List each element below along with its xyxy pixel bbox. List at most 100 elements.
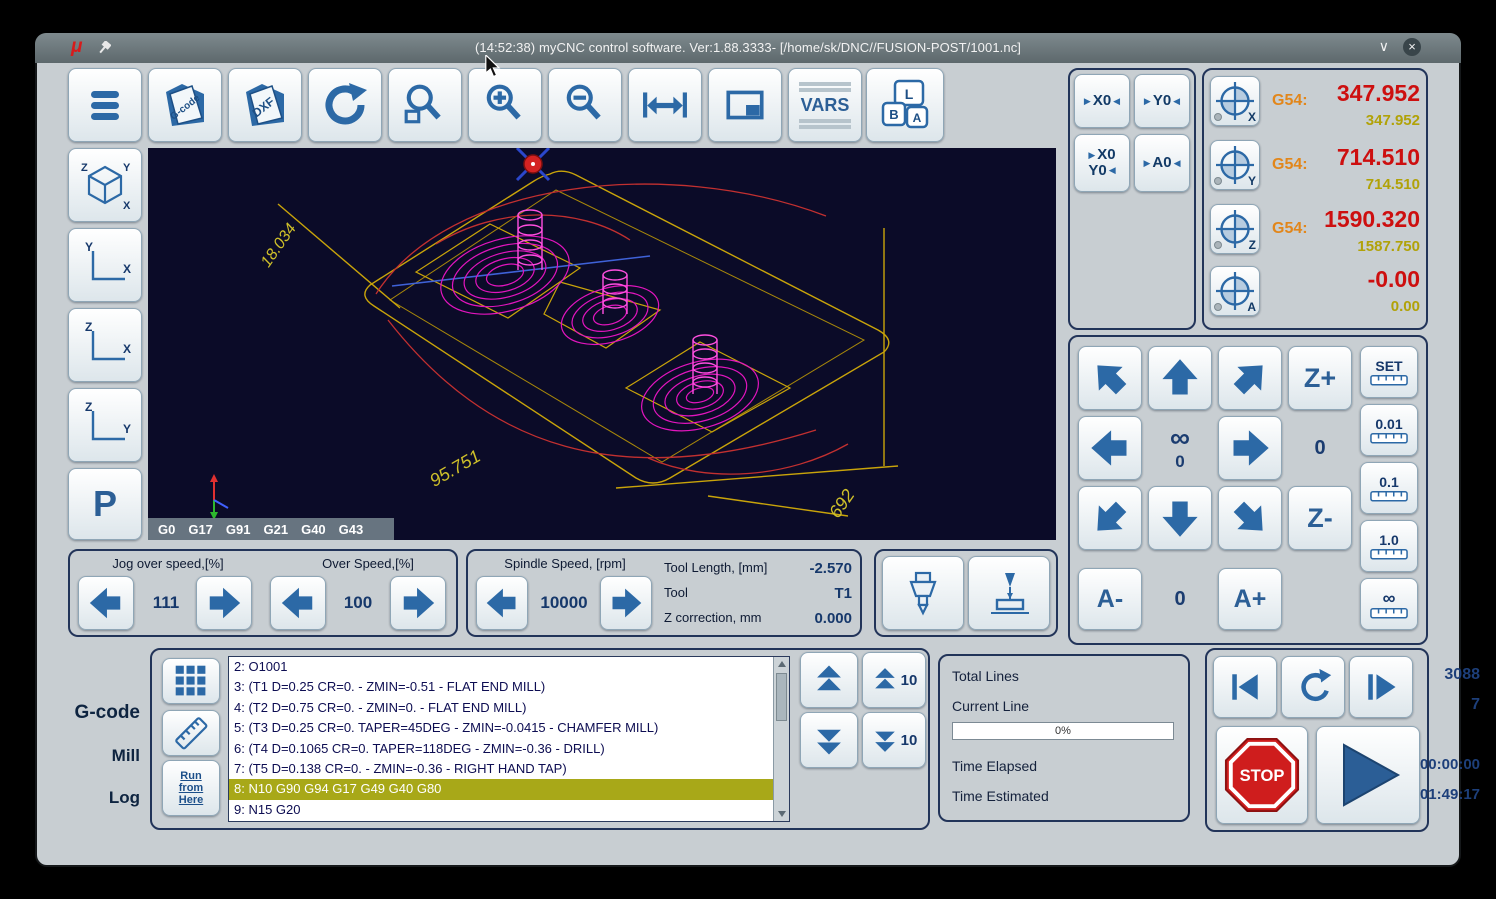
from-label: from (178, 781, 204, 794)
svg-text:Z: Z (85, 400, 92, 414)
tab-log[interactable]: Log (48, 788, 140, 808)
over-speed-up-button[interactable] (390, 576, 446, 630)
stop-button[interactable]: STOP (1216, 726, 1308, 824)
step-continuous-button[interactable]: ∞ (1360, 578, 1418, 630)
zero-a-button[interactable]: ▶ A0 ◀ (1134, 134, 1190, 192)
tool-value: T1 (834, 585, 852, 602)
toolpath-drawing: 18.034 95.751 692 (210, 146, 899, 522)
tri-left-icon: ◀ (1113, 95, 1121, 106)
vars-decor (799, 87, 851, 92)
run-label: Run (180, 769, 202, 782)
zero-x-button[interactable]: ▶ X0 ◀ (1074, 74, 1130, 128)
dro-a-value: -0.00 (1367, 266, 1420, 292)
zero-xy-button[interactable]: ▶ X0 Y0 ◀ (1074, 134, 1130, 192)
dro-y-value: 714.510 (1336, 144, 1420, 170)
jog-step-infinity: ∞ (1170, 422, 1190, 453)
grid-view-button[interactable] (162, 658, 220, 704)
jog-a-minus-button[interactable]: A- (1078, 568, 1142, 630)
double-down-icon (817, 729, 841, 755)
jog-speed-up-button[interactable] (196, 576, 252, 630)
tab-gcode[interactable]: G-code (48, 702, 140, 724)
minimize-icon[interactable]: ∨ (1379, 38, 1389, 55)
jog-a-value: 0 (1148, 568, 1212, 630)
jog-z-plus-button[interactable]: Z+ (1288, 346, 1352, 410)
zoom-in-button[interactable] (468, 68, 542, 142)
svg-text:STOP: STOP (1240, 766, 1285, 785)
modal-code: G91 (225, 521, 251, 537)
jog-y-minus-button[interactable] (1148, 486, 1212, 550)
z-minus-label: Z- (1307, 502, 1333, 533)
step-001-button[interactable]: 0.01 (1360, 404, 1418, 456)
over-speed-down-button[interactable] (270, 576, 326, 630)
view-iso-button[interactable]: Z Y X (68, 148, 142, 222)
view-zy-button[interactable]: Z Y (68, 388, 142, 462)
tool-position-marker (515, 146, 551, 182)
left-arrow-icon (486, 588, 516, 618)
jog-z-minus-button[interactable]: Z- (1288, 486, 1352, 550)
jog-x-plus-button[interactable] (1218, 416, 1282, 480)
step-01-button[interactable]: 0.1 (1360, 462, 1418, 514)
spindle-speed-up-button[interactable] (600, 576, 652, 630)
toolpath-viewport[interactable]: 18.034 95.751 692 (148, 146, 1056, 540)
measure-button[interactable] (162, 710, 220, 756)
jog-x-minus-button[interactable] (1078, 416, 1142, 480)
open-gcode-button[interactable]: G-code (148, 68, 222, 142)
zero-a-label: A0 (1152, 154, 1172, 172)
step-10-button[interactable]: 1.0 (1360, 520, 1418, 572)
svg-text:X: X (123, 200, 131, 212)
scroll-down-icon[interactable] (776, 808, 787, 820)
zoom-fit-button[interactable] (388, 68, 462, 142)
fit-width-button[interactable] (628, 68, 702, 142)
step-forward-button[interactable] (1349, 656, 1413, 718)
z-plus-label: Z+ (1303, 362, 1337, 393)
step-forward-icon (1368, 674, 1396, 700)
dro-x-crosshair-button[interactable]: X (1210, 76, 1260, 126)
open-dxf-button[interactable]: DXF (228, 68, 302, 142)
dro-a-crosshair-button[interactable]: A (1210, 266, 1260, 316)
jog-up-right-button[interactable] (1218, 346, 1282, 410)
play-icon (1343, 743, 1401, 807)
jog-up-left-button[interactable] (1078, 346, 1142, 410)
run-from-here-button[interactable]: Run from Here (162, 760, 220, 816)
right-arrow-icon (403, 587, 435, 619)
view-zx-button[interactable]: Z X (68, 308, 142, 382)
vars-button[interactable]: VARS (788, 68, 862, 142)
spindle-button[interactable] (882, 556, 964, 630)
modal-codes-bar: G0 G17 G91 G21 G40 G43 (148, 518, 394, 540)
tab-mill[interactable]: Mill (48, 746, 140, 766)
tool-length-sensor-icon (991, 573, 1029, 614)
window-select-button[interactable] (708, 68, 782, 142)
close-icon[interactable]: × (1403, 38, 1421, 56)
stop-sign-icon: STOP (1224, 737, 1300, 813)
dro-z-sub-value: 1587.750 (1357, 238, 1420, 255)
view-yx-button[interactable]: Y X (68, 228, 142, 302)
zoom-out-button[interactable] (548, 68, 622, 142)
jog-down-left-button[interactable] (1078, 486, 1142, 550)
diag-arrow-icon (1226, 494, 1275, 543)
right-arrow-icon (612, 588, 642, 618)
jog-y-plus-button[interactable] (1148, 346, 1212, 410)
left-arrow-icon (281, 587, 313, 619)
tri-left-icon: ◀ (1173, 95, 1181, 106)
zero-y-button[interactable]: ▶ Y0 ◀ (1134, 74, 1190, 128)
reset-program-button[interactable] (1281, 656, 1345, 718)
tool-measure-button[interactable] (968, 556, 1050, 630)
jog-speed-down-button[interactable] (78, 576, 134, 630)
gcode-line[interactable]: 5: (T3 D=0.25 CR=0. TAPER=45DEG - ZMIN=-… (229, 718, 773, 738)
jog-a-plus-button[interactable]: A+ (1218, 568, 1282, 630)
dro-z-crosshair-button[interactable]: Z (1210, 204, 1260, 254)
jog-speed-label: Jog over speed,[%] (112, 556, 224, 571)
jog-down-right-button[interactable] (1218, 486, 1282, 550)
menu-button[interactable] (68, 68, 142, 142)
rewind-to-start-button[interactable] (1213, 656, 1277, 718)
step-set-button[interactable]: SET (1360, 346, 1418, 398)
park-button[interactable]: P (68, 468, 142, 540)
dro-y-crosshair-button[interactable]: Y (1210, 140, 1260, 190)
play-button[interactable] (1316, 726, 1420, 824)
tri-right-icon: ▶ (1143, 157, 1151, 168)
dro-a-sub-value: 0.00 (1390, 298, 1420, 315)
jog-z-value: 0 (1288, 416, 1352, 480)
refresh-button[interactable] (308, 68, 382, 142)
keyboard-button[interactable]: L B A (866, 68, 944, 142)
spindle-speed-down-button[interactable] (476, 576, 528, 630)
